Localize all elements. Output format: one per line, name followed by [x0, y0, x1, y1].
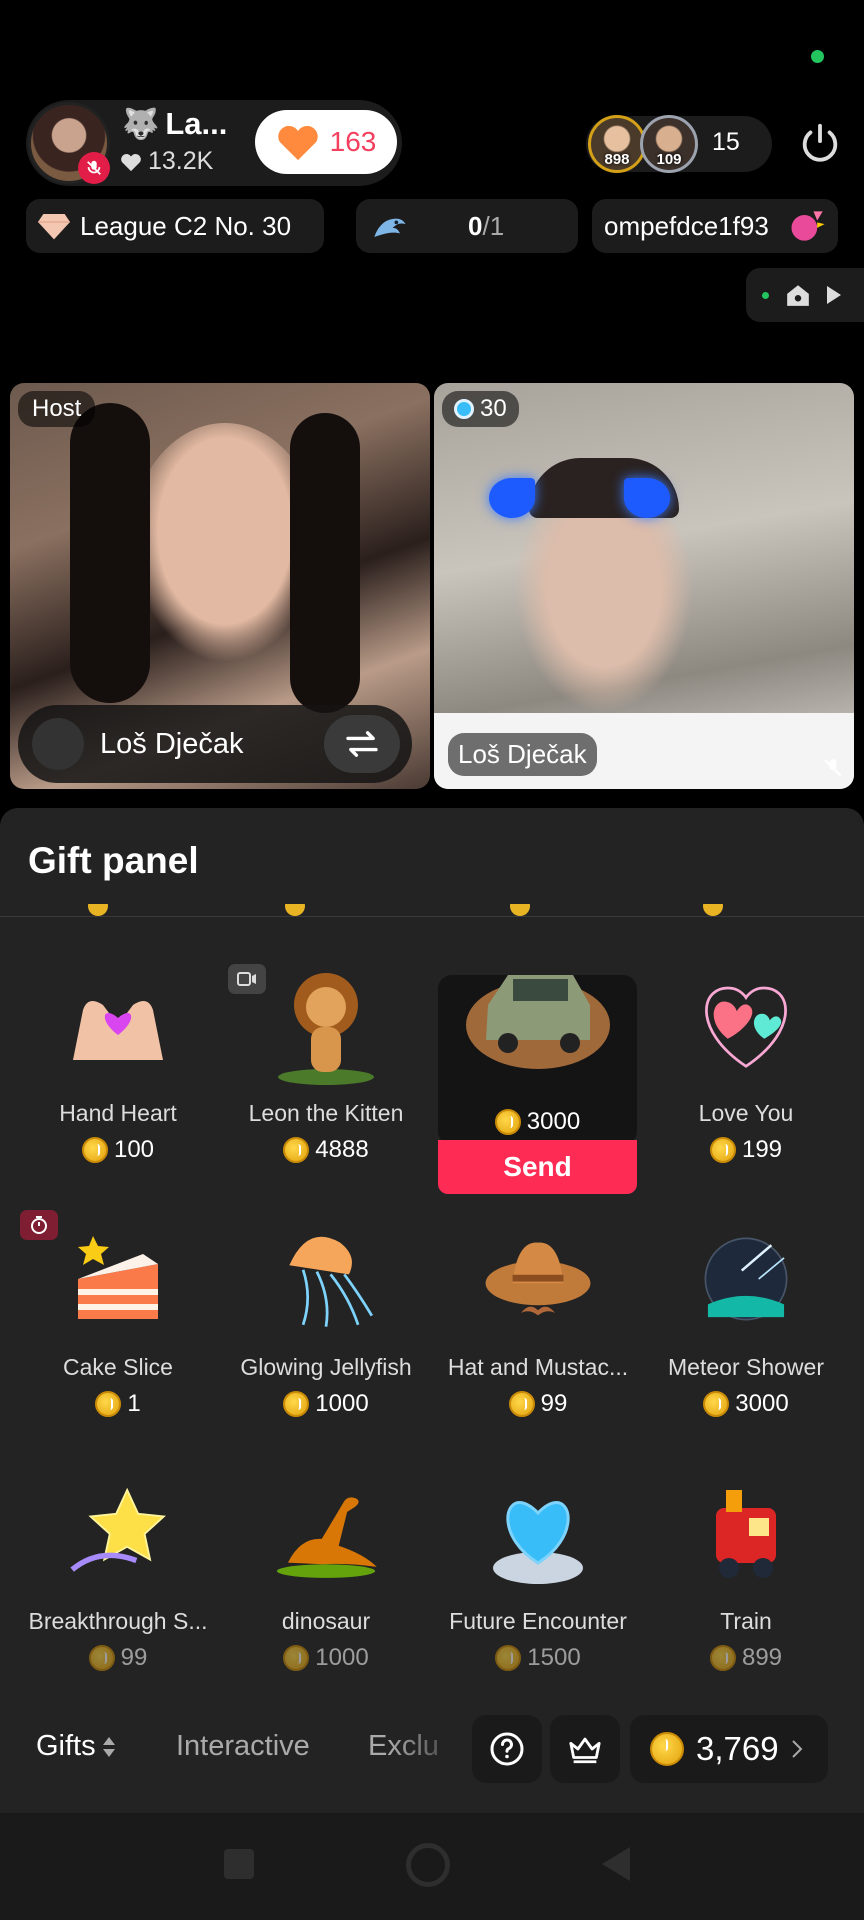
cake-slice-icon	[63, 1224, 173, 1334]
send-button[interactable]: Send	[438, 1140, 637, 1194]
devil-horn-left	[489, 478, 535, 518]
system-nav-bar	[0, 1813, 864, 1920]
top-viewer-avatar[interactable]: 898	[588, 115, 646, 173]
swap-icon	[346, 731, 378, 757]
gift-item[interactable]: Love You 199	[646, 960, 846, 1200]
guest-video-tile[interactable]: 30 Loš Dječak	[434, 383, 854, 789]
timer-badge-icon	[20, 1210, 58, 1240]
user-tag[interactable]: ompefdce1f93	[592, 199, 838, 253]
host-name: 🐺 La...	[122, 106, 228, 141]
suv-icon	[458, 950, 618, 1080]
dinosaur-icon	[271, 1478, 381, 1588]
coin-icon	[709, 1645, 736, 1671]
home-button-icon[interactable]	[406, 1843, 450, 1887]
hand-heart-icon	[63, 970, 173, 1080]
host-small-avatar	[32, 718, 84, 770]
host-hair	[70, 403, 150, 703]
coin-icon	[495, 1645, 522, 1671]
coin-icon	[709, 1137, 736, 1163]
gift-item[interactable]: Train 899	[646, 1468, 846, 1708]
bird-icon	[374, 218, 406, 237]
jellyfish-icon	[271, 1224, 381, 1334]
crown-icon	[569, 1737, 601, 1764]
crown-button[interactable]	[550, 1715, 620, 1783]
chevron-right-icon	[791, 1740, 803, 1758]
tab-fade	[390, 1708, 470, 1790]
divider	[0, 916, 864, 917]
gem-icon	[454, 399, 474, 419]
back-icon[interactable]	[600, 1845, 632, 1883]
tab-interactive[interactable]: Interactive	[176, 1730, 310, 1763]
coin-icon	[650, 1732, 684, 1766]
gift-item[interactable]: Glowing Jellyfish 1000	[226, 1214, 426, 1454]
heart-icon	[121, 153, 141, 171]
power-icon	[802, 123, 838, 162]
gift-item[interactable]: Hand Heart 100	[18, 960, 218, 1200]
mic-muted-icon	[78, 152, 110, 184]
viewer-count[interactable]: 15	[712, 128, 740, 157]
host-name-pill[interactable]: Loš Dječak	[18, 705, 412, 783]
hat-mustache-icon	[483, 1224, 593, 1334]
gift-item[interactable]: Cake Slice 1	[18, 1210, 218, 1454]
gift-item[interactable]: Meteor Shower 3000	[646, 1214, 846, 1454]
play-icon[interactable]	[827, 286, 841, 304]
coin-icon	[703, 1391, 730, 1417]
coin-icon	[494, 1109, 521, 1135]
rocket-icon	[791, 211, 825, 241]
lion-icon	[271, 970, 381, 1085]
panel-title: Gift panel	[28, 840, 199, 881]
devil-horn-right	[624, 478, 670, 518]
heart-icon	[277, 125, 318, 161]
meteor-shower-icon	[691, 1224, 801, 1334]
gift-item[interactable]: Hat and Mustac... 99	[438, 1214, 638, 1454]
tab-gifts[interactable]: Gifts	[36, 1730, 116, 1763]
gift-item[interactable]: Breakthrough S... 99	[18, 1468, 218, 1708]
league-badge[interactable]: League C2 No. 30	[26, 199, 324, 253]
coin-icon	[95, 1391, 122, 1417]
star-icon	[63, 1478, 173, 1588]
train-icon	[691, 1478, 801, 1588]
wolf-icon: 🐺	[122, 108, 160, 141]
coin-icon	[88, 1645, 115, 1671]
video-badge-icon	[228, 964, 266, 994]
host-video-tile[interactable]: Host Loš Dječak	[10, 383, 430, 789]
goal-progress[interactable]: 0/1	[356, 199, 578, 253]
recents-icon[interactable]	[224, 1849, 254, 1879]
online-dot	[762, 291, 769, 299]
coin-icon	[81, 1137, 108, 1163]
host-likes: 13.2K	[120, 147, 213, 176]
home-icon[interactable]	[785, 283, 811, 307]
coin-icon	[283, 1645, 310, 1671]
diamond-icon	[38, 214, 70, 240]
love-you-icon	[691, 970, 801, 1080]
gift-item[interactable]: Leon the Kitten 4888	[226, 960, 426, 1200]
host-hair	[290, 413, 360, 713]
gift-item-selected[interactable]: 3000	[438, 975, 637, 1145]
help-icon	[490, 1732, 524, 1766]
mini-controls[interactable]	[746, 268, 864, 322]
gift-item[interactable]: dinosaur 1000	[226, 1468, 426, 1708]
help-button[interactable]	[472, 1715, 542, 1783]
like-button[interactable]: 163	[255, 110, 397, 174]
swap-button[interactable]	[324, 715, 400, 773]
future-encounter-icon	[483, 1478, 593, 1588]
host-label: Host	[18, 391, 96, 427]
sort-icon	[102, 1736, 115, 1757]
guest-score-badge: 30	[442, 391, 519, 427]
guest-name: Loš Dječak	[448, 733, 597, 776]
coin-balance-button[interactable]: 3,769	[630, 1715, 828, 1783]
coin-icon	[508, 1391, 535, 1417]
top-viewer-avatar[interactable]: 109	[640, 115, 698, 173]
status-dot	[811, 50, 824, 63]
coin-icon	[283, 1137, 310, 1163]
power-button[interactable]	[793, 116, 847, 170]
gift-item[interactable]: Future Encounter 1500	[438, 1468, 638, 1708]
coin-icon	[283, 1391, 310, 1417]
mic-off-icon	[824, 759, 842, 777]
